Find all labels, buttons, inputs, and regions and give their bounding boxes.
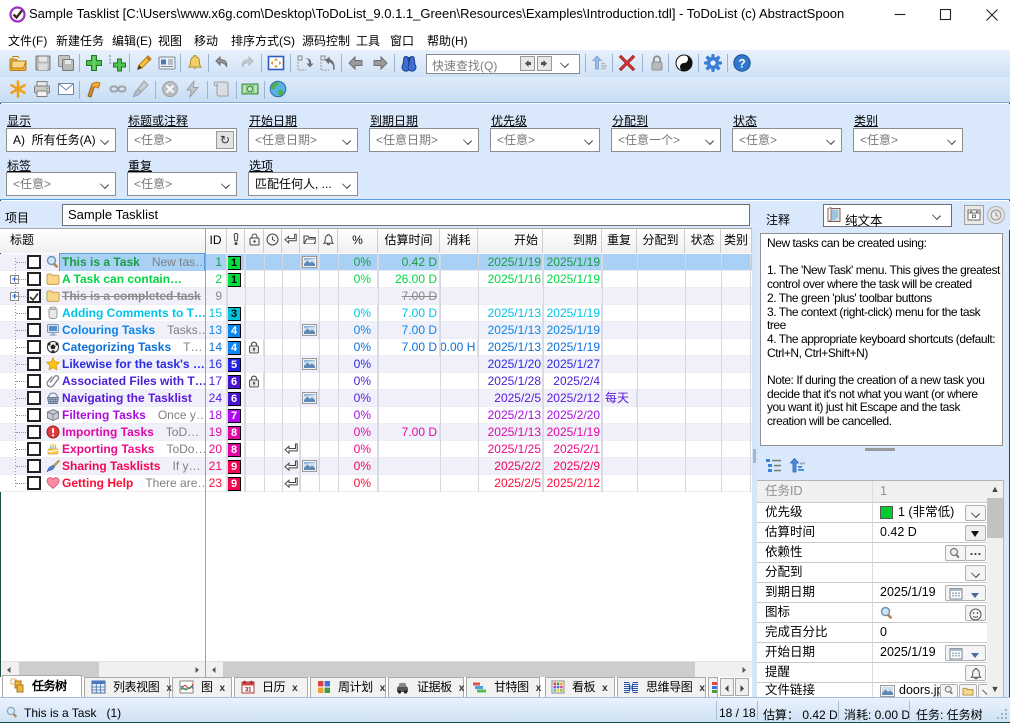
svg-text:?: ?	[738, 57, 745, 71]
svg-text:31: 31	[245, 687, 252, 694]
